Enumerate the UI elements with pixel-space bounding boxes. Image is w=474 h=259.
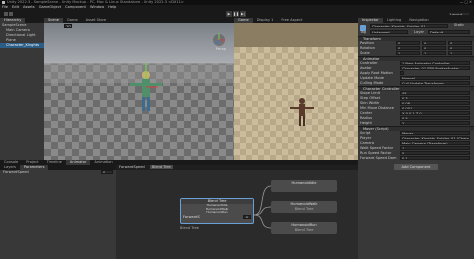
center-field[interactable]: X 0 Y 1 Z 0 [400, 111, 470, 115]
scene-viewport[interactable] [44, 23, 234, 160]
root-motion-checkbox[interactable] [400, 71, 404, 75]
scene-panel: Scene Game Asset Store Persp 2D [44, 18, 234, 160]
camera-field[interactable]: Main Camera (Transform) [400, 141, 470, 145]
position-x[interactable]: 0 [396, 41, 420, 45]
hierarchy-item-character[interactable]: Character_Kinghts [0, 43, 44, 48]
game-panel: Game Display 1 Free Aspect [234, 18, 358, 160]
root-node-param: ForwardS 0 [181, 214, 253, 220]
min-move-field[interactable]: 0.001 [400, 106, 470, 110]
graph-footer-label: Blend Tree [180, 226, 199, 230]
object-name-field[interactable]: Character_Kinghts_Soldier_01 [370, 24, 448, 28]
persp-label: Persp [216, 47, 226, 51]
tag-label: Tag [360, 30, 367, 34]
scale-z[interactable]: 1 [448, 51, 472, 55]
animator-rows: Controller 1.New Animator Controller Ava… [358, 61, 474, 86]
layer-dropdown[interactable]: Default [428, 30, 470, 34]
walk-speed-field[interactable]: 1 [400, 146, 470, 150]
mover-row-damp: Forward Speed Dam 0.1 [360, 156, 472, 161]
radius-field[interactable]: 0.5 [400, 116, 470, 120]
game-viewport[interactable] [234, 23, 358, 160]
move-tool-icon[interactable] [4, 12, 8, 16]
player-field[interactable]: Character_Kinghts_Soldier_01 (Character … [400, 136, 470, 140]
rotation-z[interactable]: 0 [448, 46, 472, 50]
height-field[interactable]: 2 [400, 121, 470, 125]
scale-x[interactable]: 1 [396, 51, 420, 55]
skin-width-field[interactable]: 0.08 [400, 101, 470, 105]
blend-tree-root-node[interactable]: Blend Tree HumanoidIdle HumanoidWalk Hum… [180, 198, 254, 224]
step-button[interactable]: ▶| [240, 11, 246, 17]
character-controller-rows: Slope Limit 45 Step Offset 0.3 Skin Width 0… [358, 91, 474, 126]
child-node-idle[interactable]: HumanoidIdle [271, 180, 337, 192]
static-checkbox[interactable]: Static [454, 23, 464, 28]
script-field[interactable]: Mover [400, 131, 470, 135]
transform-rows: Position 0 0 0 Rotation 0 0 0 Scale 1 1 … [358, 41, 474, 56]
step-offset-field[interactable]: 0.3 [400, 96, 470, 100]
rotation-y[interactable]: 0 [422, 46, 446, 50]
forward-damp-field[interactable]: 0.1 [400, 156, 470, 160]
culling-mode-dropdown[interactable]: Cull Update Transforms [400, 81, 470, 85]
scale-y[interactable]: 1 [422, 51, 446, 55]
slope-limit-field[interactable]: 45 [400, 91, 470, 95]
avatar-field[interactable]: Character_01.FBX/AvatarAvatar [400, 66, 470, 70]
mode-2d-toggle[interactable]: 2D [64, 24, 72, 28]
layer-label: Layer [414, 30, 425, 34]
hierarchy-panel: Hierarchy SampleScene Main Camera Direct… [0, 18, 44, 160]
tag-dropdown[interactable]: Untagged [370, 30, 408, 34]
play-button[interactable]: ▶ [226, 11, 232, 17]
parameter-forward-speed[interactable]: ForwardSpeed 0 [0, 170, 116, 175]
animator-graph[interactable]: ForwardSpeed Blend Tree Blend Tree Human… [116, 165, 358, 259]
parameter-value-field[interactable]: 0 [101, 170, 113, 174]
inspector-panel: Inspector Lighting Navigation Character_… [358, 18, 474, 259]
child-node-walk[interactable]: HumanoidWalk Blend Tree [271, 201, 337, 213]
pause-button[interactable]: ❚❚ [233, 11, 239, 17]
layout-dropdown[interactable]: Layout [448, 12, 470, 16]
controller-field[interactable]: 1.New Animator Controller [400, 61, 470, 65]
run-speed-field[interactable]: 5 [400, 151, 470, 155]
position-z[interactable]: 0 [448, 41, 472, 45]
unity-logo-icon [2, 1, 5, 4]
child-node-run[interactable]: HumanoidRun Blend Tree [271, 222, 337, 234]
object-header: Character_Kinghts_Soldier_01 Static Tag … [358, 23, 474, 36]
position-y[interactable]: 0 [422, 41, 446, 45]
toolbar: ▶ ❚❚ ▶| Layout [0, 10, 474, 18]
update-mode-dropdown[interactable]: Normal [400, 76, 470, 80]
mover-rows: Script Mover Player Character_Kinghts_Sold… [358, 131, 474, 161]
rotation-x[interactable]: 0 [396, 46, 420, 50]
parameters-panel: Layers Parameters ForwardSpeed 0 [0, 165, 116, 259]
rotate-tool-icon[interactable] [9, 12, 13, 16]
add-component-button[interactable]: Add Component [394, 164, 438, 170]
root-node-value[interactable]: 0 [243, 214, 251, 219]
